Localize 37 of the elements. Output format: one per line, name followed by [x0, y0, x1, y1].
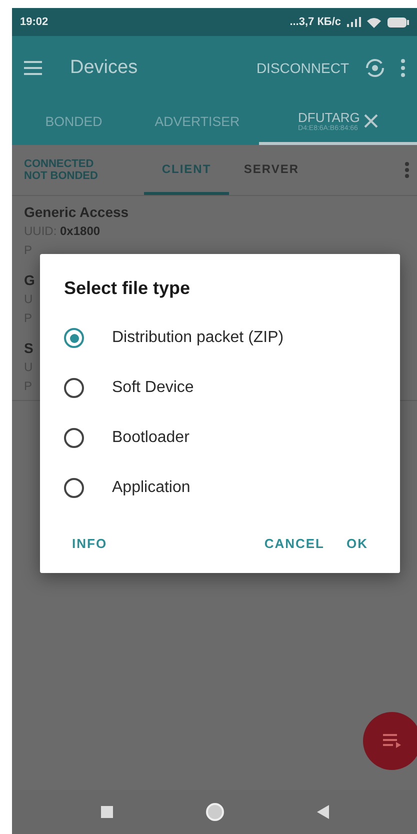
status-time: 19:02 [20, 16, 48, 28]
device-tab[interactable]: BONDED [12, 100, 136, 145]
radio-button[interactable] [64, 478, 84, 498]
connection-state: CONNECTED [24, 158, 95, 170]
disconnect-button[interactable]: DISCONNECT [256, 60, 349, 76]
service-name: G [24, 271, 35, 290]
option-label[interactable]: Soft Device [112, 379, 194, 397]
radio-button[interactable] [64, 428, 84, 448]
service-name: S [24, 339, 34, 358]
radio-button[interactable] [64, 378, 84, 398]
bond-state: NOT BONDED [24, 170, 99, 182]
dialog-title: Select file type [64, 278, 192, 299]
dialog-button[interactable]: INFO [64, 528, 116, 559]
device-tab[interactable]: ADVERTISER [135, 100, 259, 145]
dialog-button[interactable]: CANCEL [256, 528, 332, 559]
wifi-icon [367, 16, 381, 28]
list-icon [383, 734, 401, 748]
close-icon[interactable] [364, 114, 378, 128]
home-icon[interactable] [204, 802, 224, 822]
dfu-icon[interactable] [365, 58, 385, 78]
more-icon[interactable] [401, 59, 405, 77]
battery-icon [387, 16, 409, 28]
signal-icon [347, 17, 361, 27]
radio-button[interactable] [64, 328, 84, 348]
dialog-button[interactable]: OK [338, 528, 376, 559]
app-title: Devices [70, 57, 139, 79]
network-speed: ...3,7 КБ/с [290, 16, 341, 28]
service-name: Generic Access [24, 203, 129, 222]
option-label[interactable]: Distribution packet (ZIP) [112, 329, 284, 347]
log-button[interactable] [363, 712, 417, 770]
menu-icon[interactable] [24, 61, 42, 75]
option-label[interactable]: Bootloader [112, 429, 190, 447]
recents-icon[interactable] [100, 806, 112, 818]
option-label[interactable]: Application [112, 479, 190, 497]
more-icon[interactable] [405, 162, 409, 178]
mode-tab[interactable]: SERVER [229, 145, 314, 195]
back-icon[interactable] [316, 805, 328, 819]
